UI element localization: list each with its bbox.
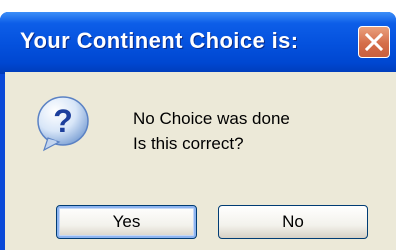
dialog-title: Your Continent Choice is: xyxy=(20,28,299,53)
yes-button[interactable]: Yes xyxy=(56,205,197,239)
message-line-2: Is this correct? xyxy=(133,134,244,153)
close-button[interactable] xyxy=(358,26,390,58)
question-icon: ? xyxy=(37,96,89,152)
message-text: No Choice was done Is this correct? xyxy=(133,106,290,156)
title-bar[interactable]: Your Continent Choice is: xyxy=(0,12,396,74)
dialog-body: ? No Choice was done Is this correct? Ye… xyxy=(5,72,396,250)
message-line-1: No Choice was done xyxy=(133,109,290,128)
no-button[interactable]: No xyxy=(218,205,368,239)
svg-text:?: ? xyxy=(53,103,73,139)
dialog-window: Your Continent Choice is: ? No Choice wa… xyxy=(0,12,396,250)
close-icon xyxy=(364,32,384,52)
